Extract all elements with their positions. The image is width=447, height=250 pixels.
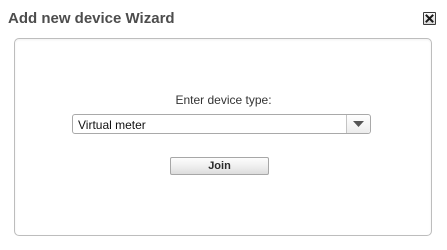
join-button[interactable]: Join bbox=[170, 157, 269, 175]
close-button[interactable] bbox=[423, 12, 436, 25]
chevron-down-icon bbox=[353, 121, 364, 127]
add-device-wizard-dialog: Add new device Wizard Enter device type:… bbox=[0, 0, 447, 250]
device-type-prompt: Enter device type: bbox=[175, 93, 272, 107]
dialog-title: Add new device Wizard bbox=[8, 10, 175, 27]
device-type-dropdown-toggle[interactable] bbox=[346, 115, 370, 133]
dialog-titlebar: Add new device Wizard bbox=[0, 0, 447, 38]
close-icon bbox=[425, 14, 434, 23]
wizard-content-panel bbox=[14, 38, 432, 236]
device-type-select[interactable]: Virtual meter bbox=[72, 114, 371, 134]
device-type-selected-value: Virtual meter bbox=[78, 118, 146, 132]
